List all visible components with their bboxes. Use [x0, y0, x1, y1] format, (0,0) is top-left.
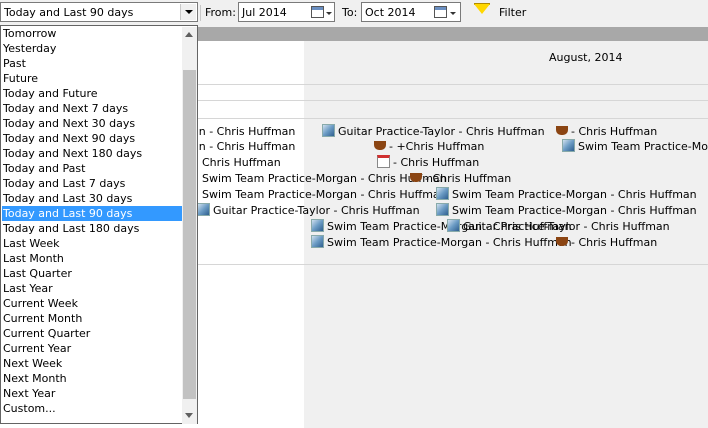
dropdown-option[interactable]: Current Quarter — [2, 326, 182, 341]
calendar-event[interactable]: Guitar Practice-Taylor - Chris Huffman — [447, 219, 670, 234]
event-label: Chris Huffman — [202, 156, 281, 169]
event-label: - Chris Huffman — [393, 156, 480, 169]
event-label: Guitar Practice-Taylor - Chris Huffman — [463, 220, 670, 233]
to-date-picker[interactable]: Oct 2014 — [361, 2, 461, 22]
date-range-select[interactable]: Today and Last 90 days — [0, 2, 198, 22]
chevron-down-icon[interactable] — [450, 12, 456, 15]
swim-icon — [447, 219, 460, 232]
calendar-icon[interactable] — [434, 6, 447, 18]
dropdown-option[interactable]: Next Week — [2, 356, 182, 371]
dropdown-option[interactable]: Today and Past — [2, 161, 182, 176]
dropdown-option[interactable]: Today and Last 7 days — [2, 176, 182, 191]
calendar-event[interactable]: - Chris Huffman — [377, 155, 479, 170]
calendar-event[interactable]: Guitar Practice-Taylor - Chris Huffman — [197, 203, 420, 218]
dropdown-option[interactable]: Today and Last 90 days — [2, 206, 182, 221]
dropdown-option[interactable]: Today and Next 7 days — [2, 101, 182, 116]
event-label: gan - Chris Huffman — [185, 140, 296, 153]
row-divider — [198, 118, 708, 119]
dropdown-option[interactable]: Today and Last 180 days — [2, 221, 182, 236]
swim-icon — [311, 219, 324, 232]
calendar-event[interactable]: Swim Team Practice-Morgan - Chris Huffma… — [436, 187, 697, 202]
from-label: From: — [205, 6, 236, 19]
swim-icon — [562, 139, 575, 152]
dropdown-option[interactable]: Tomorrow — [2, 26, 182, 41]
calendar-event[interactable]: - Chris Huffman — [556, 235, 657, 250]
dropdown-option[interactable]: Next Year — [2, 386, 182, 401]
event-label: - Chris Huffman — [425, 172, 512, 185]
toolbar: Today and Last 90 days From: Jul 2014 To… — [0, 0, 708, 27]
cup-icon — [556, 237, 568, 246]
event-label: Guitar Practice-Taylor - Chris Huffman — [338, 125, 545, 138]
from-date-picker[interactable]: Jul 2014 — [238, 2, 335, 22]
filter-button[interactable]: Filter — [499, 6, 526, 19]
row-divider — [198, 264, 708, 265]
scrollbar[interactable] — [182, 27, 197, 424]
calendar-event[interactable]: - +Chris Huffman — [374, 139, 484, 154]
dropdown-option[interactable]: Custom... — [2, 401, 182, 416]
dropdown-option[interactable]: Today and Next 30 days — [2, 116, 182, 131]
event-label: gan - Chris Huffman — [185, 125, 296, 138]
from-date-value: Jul 2014 — [242, 6, 287, 19]
swim-icon — [197, 203, 210, 216]
cup-icon — [374, 141, 386, 150]
calendar-event[interactable]: gan - Chris Huffman — [185, 139, 295, 154]
swim-icon — [311, 235, 324, 248]
dropdown-option[interactable]: Current Year — [2, 341, 182, 356]
dropdown-option[interactable]: Today and Last 30 days — [2, 191, 182, 206]
event-label: Guitar Practice-Taylor - Chris Huffman — [213, 204, 420, 217]
dropdown-option[interactable]: Next Month — [2, 371, 182, 386]
date-range-value: Today and Last 90 days — [4, 6, 134, 19]
date-icon — [377, 155, 390, 168]
calendar-event[interactable]: Swim Team Practice-Morgan — [562, 139, 708, 154]
scroll-up-icon[interactable] — [185, 32, 193, 37]
cup-icon — [556, 126, 568, 135]
dropdown-option[interactable]: Current Week — [2, 296, 182, 311]
filter-icon[interactable] — [474, 4, 490, 14]
toolbar-divider — [200, 5, 201, 21]
row-divider — [198, 100, 708, 101]
calendar-event[interactable]: gan - Chris Huffman — [185, 124, 295, 139]
swim-icon — [322, 124, 335, 137]
dropdown-option[interactable]: Last Month — [2, 251, 182, 266]
dropdown-option[interactable]: Today and Future — [2, 86, 182, 101]
swim-icon — [436, 187, 449, 200]
dropdown-option[interactable]: Yesterday — [2, 41, 182, 56]
dropdown-option[interactable]: Today and Next 90 days — [2, 131, 182, 146]
swim-icon — [436, 203, 449, 216]
event-label: Swim Team Practice-Morgan - Chris Huffma… — [452, 204, 697, 217]
calendar-event[interactable]: Swim Team Practice-Morgan - Chris Huffma… — [436, 203, 697, 218]
to-date-value: Oct 2014 — [365, 6, 416, 19]
chevron-down-icon[interactable] — [326, 12, 332, 15]
dropdown-option[interactable]: Today and Next 180 days — [2, 146, 182, 161]
dropdown-option[interactable]: Last Year — [2, 281, 182, 296]
event-label: Swim Team Practice-Morgan — [578, 140, 708, 153]
event-label: Swim Team Practice-Morgan - Chris Huffma… — [452, 188, 697, 201]
calendar-event[interactable]: Guitar Practice-Taylor - Chris Huffman — [322, 124, 545, 139]
dropdown-option[interactable]: Last Week — [2, 236, 182, 251]
scroll-down-icon[interactable] — [185, 413, 193, 418]
event-label: Swim Team Practice-Morgan - Chris Huffma… — [202, 188, 447, 201]
dropdown-option[interactable]: Last Quarter — [2, 266, 182, 281]
calendar-event[interactable]: - Chris Huffman — [556, 124, 657, 139]
event-label: - +Chris Huffman — [389, 140, 485, 153]
event-label: - Chris Huffman — [571, 236, 658, 249]
calendar-event[interactable]: - Chris Huffman — [410, 171, 511, 186]
dropdown-option[interactable]: Future — [2, 71, 182, 86]
scrollbar-thumb[interactable] — [183, 70, 196, 399]
dropdown-option[interactable]: Current Month — [2, 311, 182, 326]
event-label: - Chris Huffman — [571, 125, 658, 138]
row-divider — [198, 84, 708, 85]
chevron-down-icon[interactable] — [180, 4, 196, 20]
dropdown-option[interactable]: Past — [2, 56, 182, 71]
cup-icon — [410, 173, 422, 182]
calendar-event[interactable]: Swim Team Practice-Morgan - Chris Huffma… — [202, 187, 447, 202]
calendar-icon[interactable] — [311, 6, 324, 18]
date-range-dropdown-list[interactable]: Tomorrow Yesterday Past Future Today and Fut… — [0, 25, 198, 424]
event-label: Swim Team Practice-Morgan - Chris Huffma… — [327, 236, 572, 249]
to-label: To: — [342, 6, 358, 19]
calendar-event[interactable]: Swim Team Practice-Morgan - Chris Huffma… — [311, 235, 572, 250]
calendar-event[interactable]: Chris Huffman — [202, 155, 281, 170]
month-label: August, 2014 — [549, 51, 623, 64]
